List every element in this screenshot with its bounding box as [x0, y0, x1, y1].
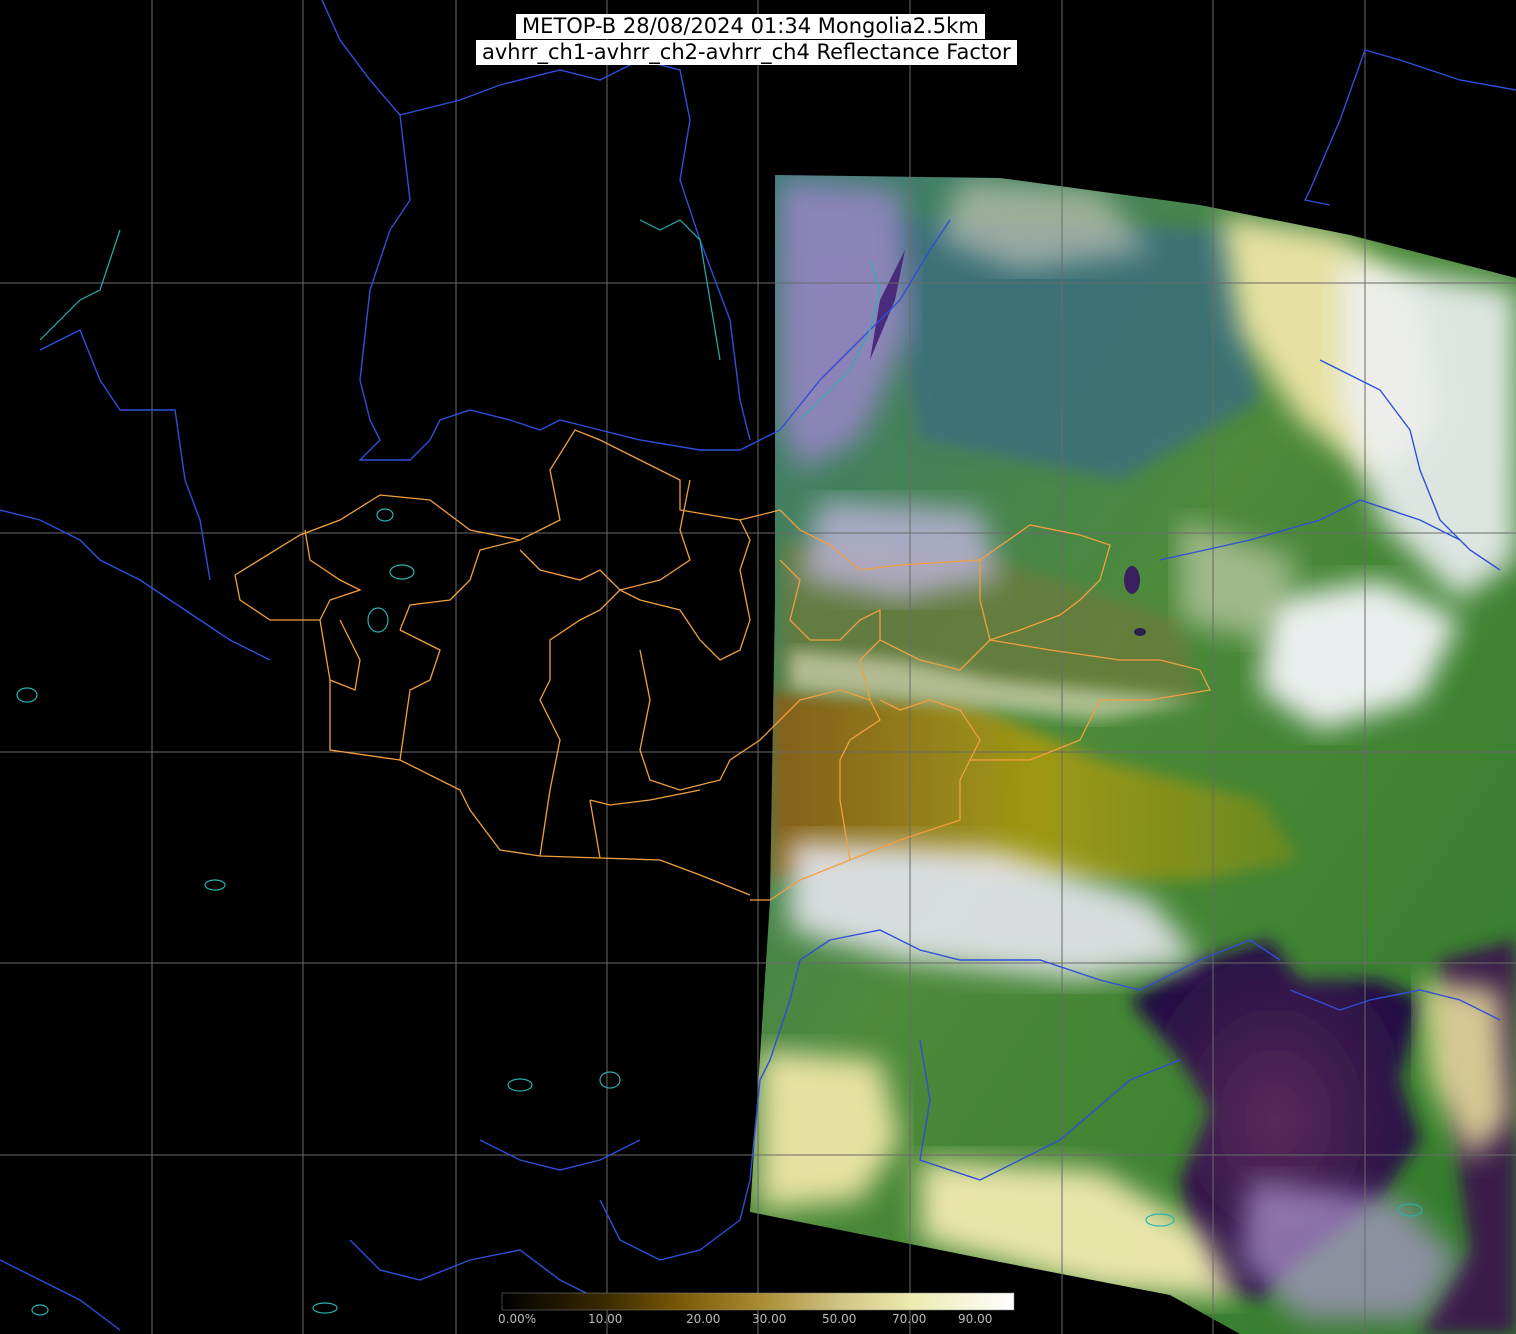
title-line-2: avhrr_ch1-avhrr_ch2-avhrr_ch4 Reflectanc…	[476, 40, 1017, 65]
legend-label-10: 10.00	[588, 1312, 623, 1326]
legend-label-70: 70.00	[892, 1312, 927, 1326]
legend-label-50: 50.00	[822, 1312, 857, 1326]
legend-label-90: 90.00	[958, 1312, 993, 1326]
legend-label-30: 30.00	[752, 1312, 787, 1326]
title-line-1: METOP-B 28/08/2024 01:34 Mongolia2.5km	[516, 14, 985, 39]
satellite-map	[0, 0, 1516, 1334]
color-scale-legend	[501, 1292, 1015, 1311]
legend-label-20: 20.00	[686, 1312, 721, 1326]
legend-label-0: 0.00%	[498, 1312, 537, 1326]
